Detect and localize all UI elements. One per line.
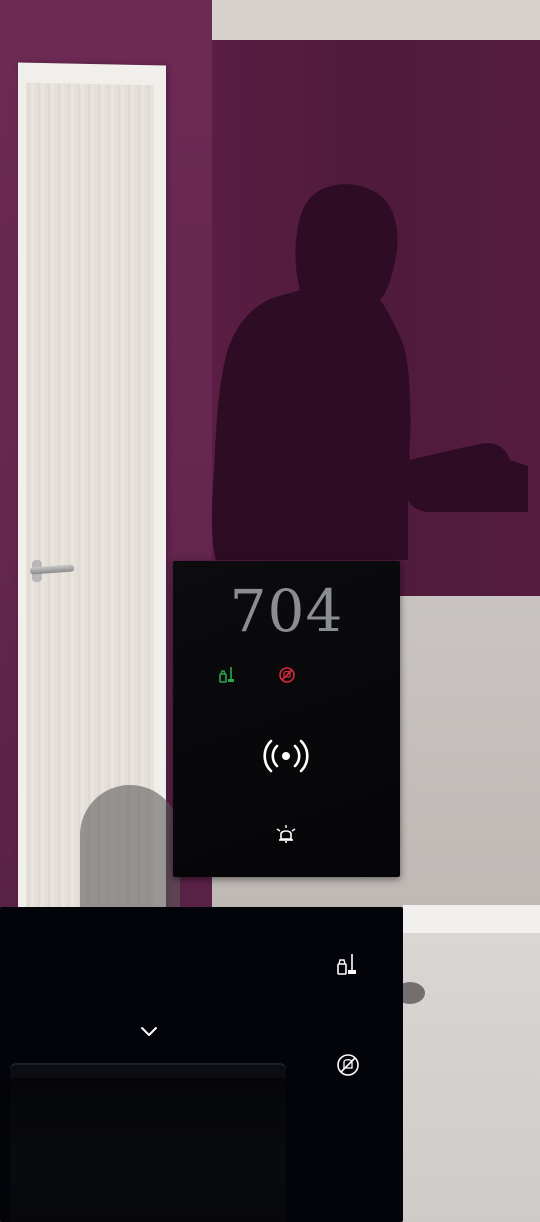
person-silhouette	[212, 184, 528, 560]
hotel-corridor-scene: 704	[0, 0, 540, 1222]
clean-room-icon[interactable]	[335, 952, 361, 978]
clean-room-icon	[218, 665, 238, 685]
chevron-down-icon	[138, 1022, 160, 1042]
room-door-panel: 704	[173, 561, 400, 877]
nfc-wireless-icon[interactable]	[261, 731, 311, 781]
do-not-disturb-icon[interactable]	[335, 1052, 361, 1078]
hand-shadow	[80, 785, 180, 915]
room-number: 704	[229, 577, 344, 645]
do-not-disturb-icon	[277, 665, 297, 685]
floor	[400, 933, 540, 1222]
skirting-board	[403, 905, 540, 934]
key-card-slot-opening	[10, 1078, 286, 1158]
doorbell-icon[interactable]	[275, 824, 297, 846]
